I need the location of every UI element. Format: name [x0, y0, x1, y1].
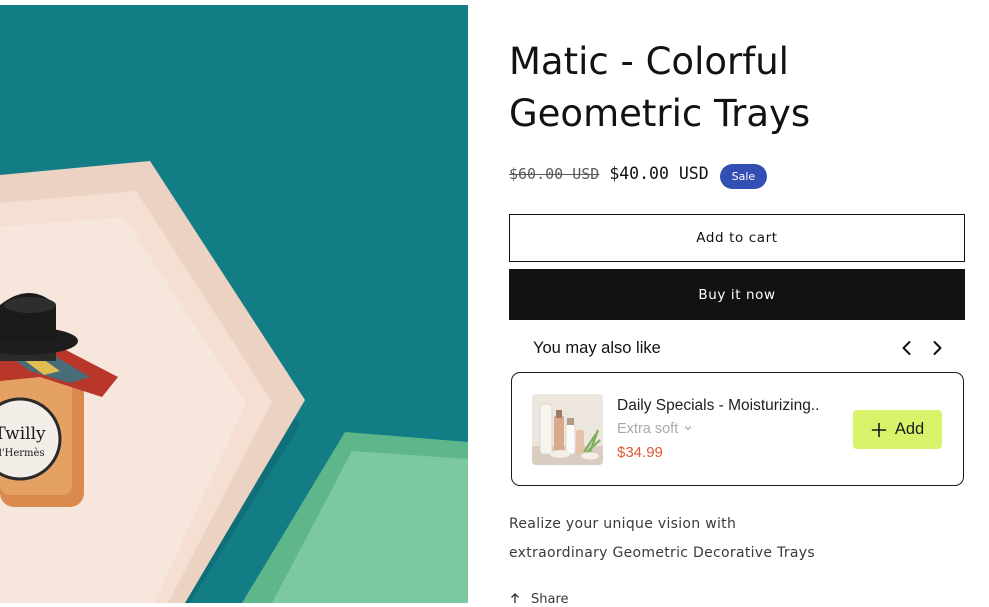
plus-icon [871, 422, 887, 438]
chevron-left-icon[interactable] [897, 338, 917, 358]
regular-price: $60.00 USD [509, 164, 600, 183]
sale-price: $40.00 USD [609, 164, 709, 183]
brand-label-subtext: d'Hermès [0, 448, 45, 459]
share-label: Share [531, 592, 569, 607]
product-description: Realize your unique vision with extraord… [509, 510, 909, 568]
product-image: Twilly d'Hermès [0, 5, 468, 603]
add-label: Add [894, 420, 925, 438]
recommendation-card[interactable]: Daily Specials - Moisturizing.. Extra so… [511, 372, 964, 486]
price-row: $60.00 USD $40.00 USD Sale [509, 158, 768, 189]
product-title: Matic - Colorful Geometric Trays [509, 40, 811, 135]
recommended-product-price: $34.99 [617, 444, 663, 461]
share-button[interactable]: Share [509, 592, 569, 607]
product-thumbnail[interactable] [532, 394, 603, 465]
chevron-right-icon[interactable] [927, 338, 947, 358]
sale-badge: Sale [719, 164, 768, 189]
share-icon [509, 592, 521, 607]
recommended-product-name[interactable]: Daily Specials - Moisturizing.. [617, 397, 819, 415]
variant-select[interactable]: Extra soft [617, 421, 693, 437]
buy-now-button[interactable]: Buy it now [509, 269, 965, 320]
description-line: extraordinary Geometric Decorative Trays [509, 545, 815, 561]
chevron-down-icon [683, 421, 693, 437]
description-line: Realize your unique vision with [509, 516, 737, 532]
recommendations-heading: You may also like [533, 339, 661, 357]
variant-label: Extra soft [617, 421, 679, 437]
add-recommended-button[interactable]: Add [853, 410, 942, 449]
add-to-cart-button[interactable]: Add to cart [509, 214, 965, 262]
brand-label-text: Twilly [0, 424, 46, 444]
